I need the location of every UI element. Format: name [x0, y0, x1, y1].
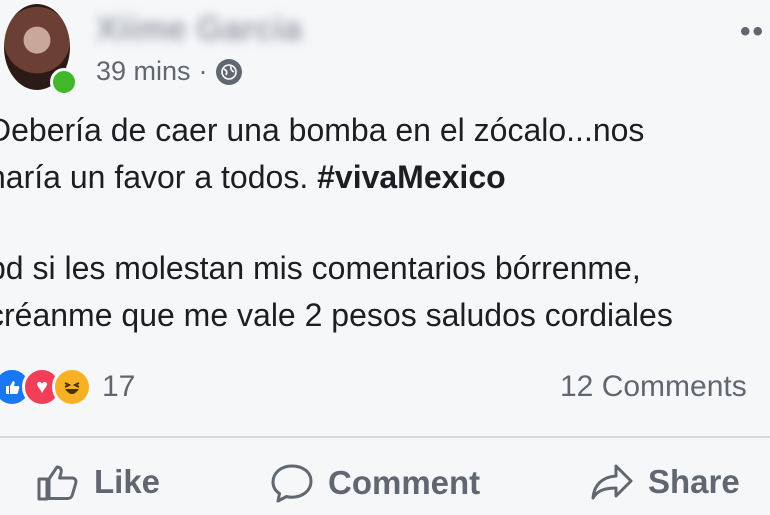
post-text-line-1: Debería de caer una bomba en el zócalo..…: [0, 112, 645, 148]
post-time[interactable]: 39 mins: [96, 56, 191, 87]
like-icon: [36, 462, 80, 502]
online-status-dot: [50, 68, 78, 96]
post-text-plain: haría un favor a todos.: [0, 159, 318, 195]
comment-icon: [270, 462, 314, 504]
post-meta: 39 mins ·: [96, 56, 242, 87]
reactions-summary[interactable]: ♥ 17: [0, 367, 135, 407]
comment-button[interactable]: Comment: [270, 462, 480, 504]
post-text-line-4: créanme que me vale 2 pesos saludos cord…: [0, 297, 673, 333]
comments-count[interactable]: 12 Comments: [560, 370, 747, 404]
author-name[interactable]: Xiime Garcia: [96, 10, 302, 49]
share-button[interactable]: Share: [590, 462, 740, 502]
share-label: Share: [648, 463, 740, 500]
meta-separator: ·: [198, 56, 208, 86]
like-label: Like: [94, 463, 161, 500]
divider: [0, 436, 770, 438]
post-text-line-3: pd si les molestan mis comentarios bórre…: [0, 250, 641, 286]
reaction-count[interactable]: 17: [102, 370, 135, 404]
more-options-icon[interactable]: ••: [740, 15, 765, 49]
post-text-line-2: haría un favor a todos. #vivaMexico: [0, 159, 506, 196]
haha-reaction-icon: [52, 367, 92, 407]
globe-icon: [215, 58, 242, 85]
like-button[interactable]: Like: [36, 462, 160, 502]
share-icon: [590, 462, 634, 502]
hashtag-link[interactable]: #vivaMexico: [317, 159, 506, 195]
comment-label: Comment: [328, 464, 481, 501]
